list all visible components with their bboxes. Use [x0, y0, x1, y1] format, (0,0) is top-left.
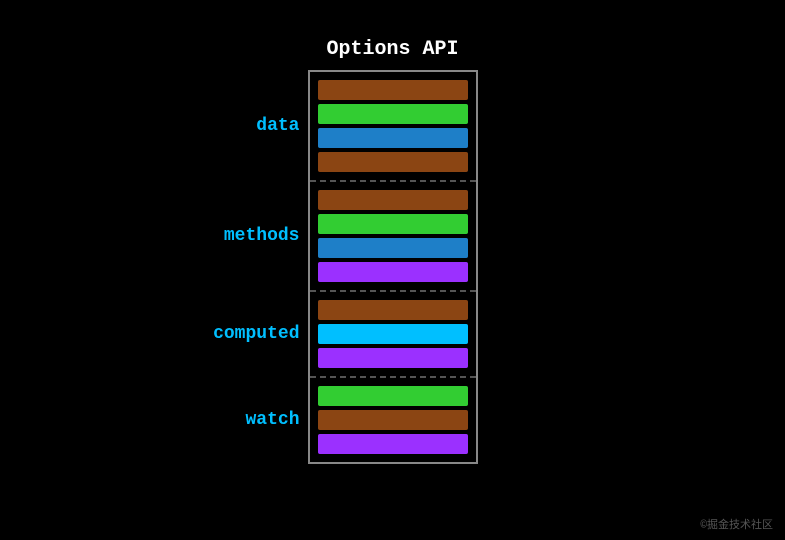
section-label-methods: methods — [200, 226, 300, 246]
bar-methods-2 — [318, 238, 468, 258]
bar-computed-2 — [318, 348, 468, 368]
bar-data-3 — [318, 152, 468, 172]
section-label-data: data — [200, 116, 300, 136]
bar-data-1 — [318, 104, 468, 124]
bar-computed-1 — [318, 324, 468, 344]
section-watch: watch — [310, 378, 476, 464]
bar-data-2 — [318, 128, 468, 148]
bar-watch-0 — [318, 386, 468, 406]
bar-methods-3 — [318, 262, 468, 282]
section-data: data — [310, 72, 476, 182]
section-methods: methods — [310, 182, 476, 292]
section-label-watch: watch — [200, 410, 300, 430]
bar-data-0 — [318, 80, 468, 100]
section-label-computed: computed — [200, 324, 300, 344]
bar-computed-0 — [318, 300, 468, 320]
section-computed: computed — [310, 292, 476, 378]
main-container: Options API datamethodscomputedwatch — [0, 0, 785, 540]
bar-methods-0 — [318, 190, 468, 210]
bar-methods-1 — [318, 214, 468, 234]
bar-watch-1 — [318, 410, 468, 430]
diagram-title: Options API — [326, 38, 458, 61]
bar-watch-2 — [318, 434, 468, 454]
options-api-diagram: datamethodscomputedwatch — [308, 70, 478, 464]
watermark: ©掘金技术社区 — [700, 516, 773, 532]
